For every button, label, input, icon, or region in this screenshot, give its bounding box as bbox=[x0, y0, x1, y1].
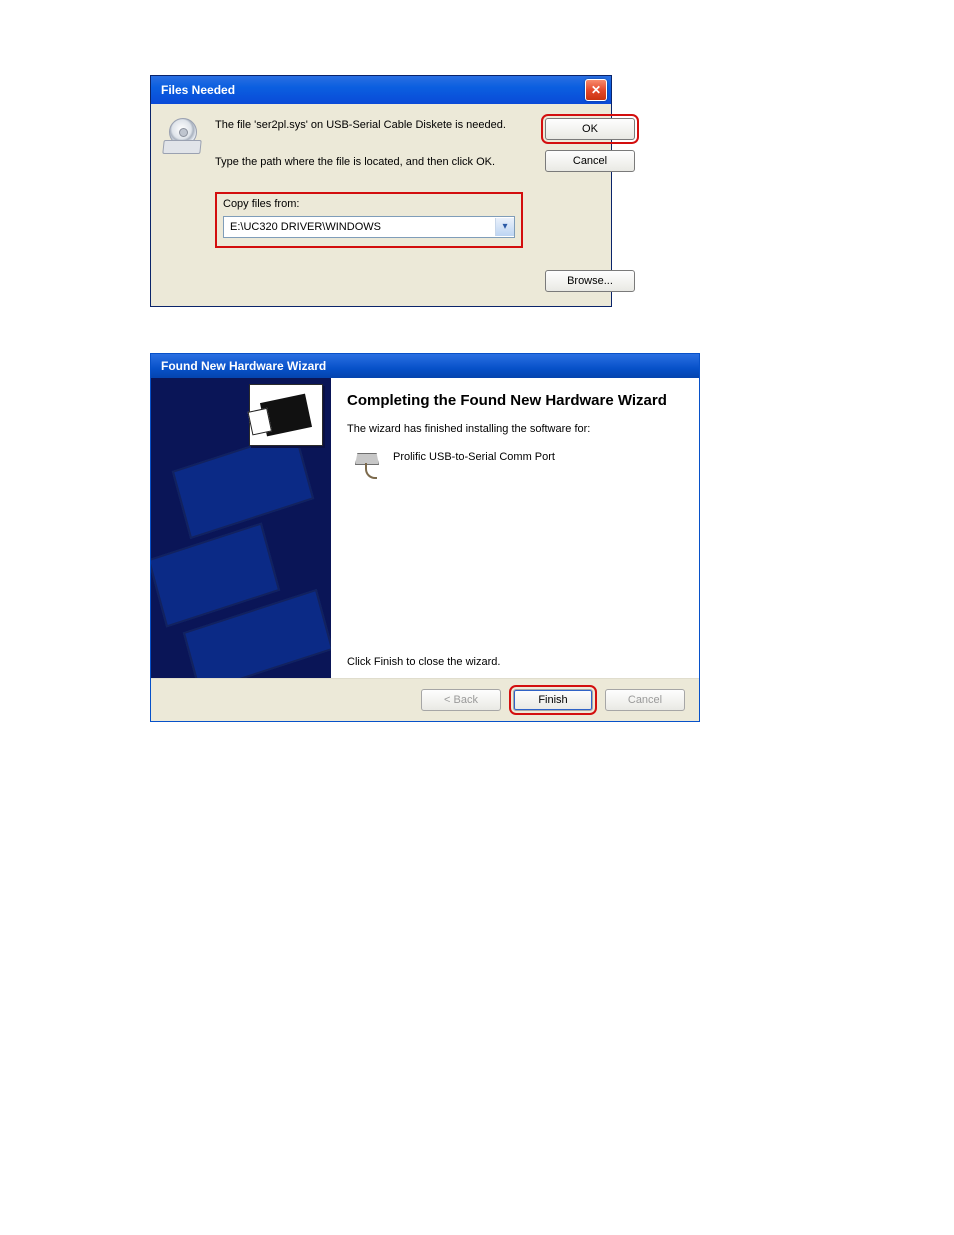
wizard-footer: < Back Finish Cancel bbox=[151, 678, 699, 721]
wizard-subtext: The wizard has finished installing the s… bbox=[347, 423, 683, 435]
chevron-down-icon[interactable]: ▾ bbox=[495, 218, 514, 236]
close-icon[interactable]: ✕ bbox=[585, 79, 607, 101]
device-name: Prolific USB-to-Serial Comm Port bbox=[393, 451, 555, 463]
message-text-2: Type the path where the file is located,… bbox=[215, 155, 523, 170]
dialog-title: Found New Hardware Wizard bbox=[161, 359, 326, 373]
back-button: < Back bbox=[421, 689, 501, 711]
finish-button[interactable]: Finish bbox=[513, 689, 593, 711]
message-column: The file 'ser2pl.sys' on USB-Serial Cabl… bbox=[215, 118, 533, 292]
dialog-body: The file 'ser2pl.sys' on USB-Serial Cabl… bbox=[151, 104, 611, 306]
serial-port-icon bbox=[353, 451, 381, 479]
ok-button[interactable]: OK bbox=[545, 118, 635, 140]
files-needed-dialog: Files Needed ✕ The file 'ser2pl.sys' on … bbox=[150, 75, 612, 307]
wizard-closing-text: Click Finish to close the wizard. bbox=[347, 656, 683, 668]
titlebar[interactable]: Files Needed ✕ bbox=[151, 76, 611, 104]
highlight-box: Copy files from: ▾ bbox=[215, 192, 523, 248]
cancel-button: Cancel bbox=[605, 689, 685, 711]
disc-icon bbox=[163, 118, 199, 154]
path-input[interactable] bbox=[224, 218, 495, 236]
icon-column bbox=[163, 118, 203, 292]
dialog-body: Completing the Found New Hardware Wizard… bbox=[151, 378, 699, 678]
wizard-heading: Completing the Found New Hardware Wizard bbox=[347, 392, 683, 409]
path-combobox[interactable]: ▾ bbox=[223, 216, 515, 238]
dialog-title: Files Needed bbox=[161, 83, 235, 97]
titlebar[interactable]: Found New Hardware Wizard bbox=[151, 354, 699, 378]
cancel-button[interactable]: Cancel bbox=[545, 150, 635, 172]
wizard-side-panel bbox=[151, 378, 331, 678]
device-row: Prolific USB-to-Serial Comm Port bbox=[353, 451, 683, 479]
wizard-content: Completing the Found New Hardware Wizard… bbox=[331, 378, 699, 678]
message-text-1: The file 'ser2pl.sys' on USB-Serial Cabl… bbox=[215, 118, 523, 133]
copy-from-label: Copy files from: bbox=[223, 198, 515, 210]
found-new-hardware-wizard-dialog: Found New Hardware Wizard Completing the… bbox=[150, 353, 700, 722]
copy-from-group: Copy files from: ▾ bbox=[215, 188, 523, 248]
browse-button[interactable]: Browse... bbox=[545, 270, 635, 292]
button-column: OK Cancel Browse... bbox=[545, 118, 635, 292]
hardware-badge-icon bbox=[249, 384, 323, 446]
